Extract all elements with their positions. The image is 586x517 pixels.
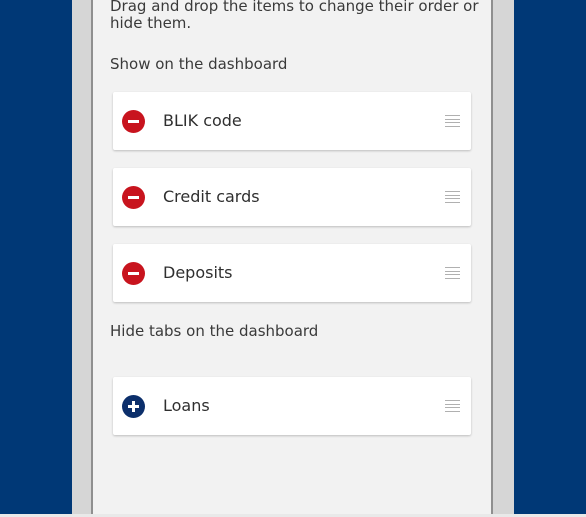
instructions-text: Drag and drop the items to change their … [110, 0, 479, 32]
hide-section-title: Hide tabs on the dashboard [110, 322, 319, 340]
dashboard-item-credit-cards[interactable]: Credit cards [113, 168, 471, 226]
drag-handle-icon[interactable] [445, 191, 460, 203]
dashboard-item-blik-code[interactable]: BLIK code [113, 92, 471, 150]
item-label: Credit cards [163, 187, 260, 206]
add-circle-icon[interactable] [122, 395, 145, 418]
item-label: Loans [163, 396, 210, 415]
remove-circle-icon[interactable] [122, 262, 145, 285]
drag-handle-icon[interactable] [445, 267, 460, 279]
item-label: Deposits [163, 263, 233, 282]
show-section-title: Show on the dashboard [110, 55, 288, 73]
dashboard-item-deposits[interactable]: Deposits [113, 244, 471, 302]
drag-handle-icon[interactable] [445, 400, 460, 412]
drag-handle-icon[interactable] [445, 115, 460, 127]
item-label: BLIK code [163, 111, 242, 130]
remove-circle-icon[interactable] [122, 110, 145, 133]
hidden-item-loans[interactable]: Loans [113, 377, 471, 435]
remove-circle-icon[interactable] [122, 186, 145, 209]
